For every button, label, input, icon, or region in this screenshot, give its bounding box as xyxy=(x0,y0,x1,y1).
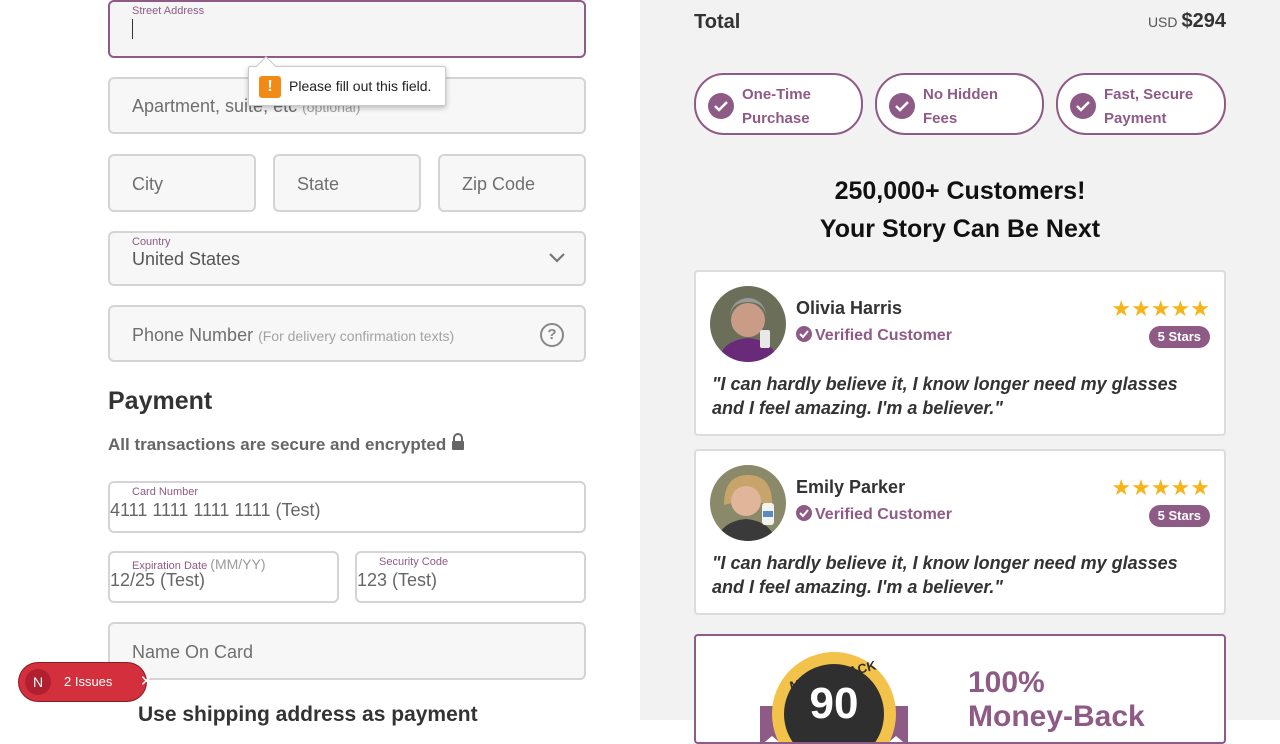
total-label: Total xyxy=(694,11,741,33)
verified-text: Verified Customer xyxy=(815,506,952,523)
expiration-date-field[interactable]: Expiration Date (MM/YY) 12/25 (Test) xyxy=(108,551,339,603)
expiration-format-text: (MM/YY) xyxy=(210,556,266,572)
secure-text-row: All transactions are secure and encrypte… xyxy=(108,433,465,455)
currency-code: USD xyxy=(1147,14,1178,30)
customers-headline: 250,000+ Customers! xyxy=(834,177,1086,205)
one-time-purchase-pill: One-Time Purchase xyxy=(694,73,863,135)
close-icon[interactable]: ✕ xyxy=(140,672,153,690)
state-field[interactable]: State xyxy=(273,154,421,212)
check-icon xyxy=(708,93,734,119)
card-number-field[interactable]: Card Number 4111 1111 1111 1111 (Test) xyxy=(108,481,586,533)
avatar xyxy=(710,465,786,541)
guarantee-line-2: Money-Back xyxy=(968,700,1145,733)
guarantee-seal: MONEY BACK 90 xyxy=(760,652,908,742)
reviewer-name: Emily Parker xyxy=(796,477,906,497)
zip-placeholder: Zip Code xyxy=(462,174,536,194)
street-address-field[interactable]: Street Address xyxy=(108,0,586,58)
pill-line-1: No Hidden xyxy=(923,86,998,103)
security-code-value: 123 (Test) xyxy=(357,570,438,590)
card-number-value: 4111 1111 1111 1111 (Test) xyxy=(110,500,321,520)
chevron-down-icon xyxy=(549,253,565,263)
n-logo-icon: N xyxy=(25,669,51,695)
phone-hint-text: (For delivery confirmation texts) xyxy=(258,328,455,344)
star-rating: ★★★★★ xyxy=(1111,475,1210,500)
verified-check-icon xyxy=(796,505,812,521)
validation-tooltip: ! Please fill out this field. xyxy=(248,56,446,106)
pill-line-2: Purchase xyxy=(742,110,810,127)
payment-heading: Payment xyxy=(108,387,213,415)
reviewer-name: Olivia Harris xyxy=(796,298,903,318)
total-value: USD $294 xyxy=(1148,10,1226,33)
security-code-label: Security Code xyxy=(379,556,449,568)
pill-line-2: Fees xyxy=(923,110,958,127)
zip-code-field[interactable]: Zip Code xyxy=(438,154,586,212)
street-address-label: Street Address xyxy=(132,5,205,17)
review-quote: "I can hardly believe it, I know longer … xyxy=(712,374,1178,418)
guarantee-text: 100% Money-Back xyxy=(968,666,1145,734)
total-amount: $294 xyxy=(1181,10,1227,32)
guarantee-line-1: 100% xyxy=(968,666,1045,699)
money-back-guarantee: MONEY BACK 90 100% Money-Back xyxy=(694,634,1226,744)
city-field[interactable]: City xyxy=(108,154,256,212)
expiration-value: 12/25 (Test) xyxy=(110,570,206,590)
pill-label: One-Time Purchase xyxy=(742,83,811,131)
name-on-card-placeholder: Name On Card xyxy=(132,642,254,662)
warning-icon: ! xyxy=(259,76,281,98)
review-card: Olivia Harris Verified Customer ★★★★★ 5 … xyxy=(694,270,1226,436)
verified-customer: Verified Customer xyxy=(796,326,952,345)
card-number-label: Card Number xyxy=(132,486,199,498)
phone-placeholder: Phone Number (For delivery confirmation … xyxy=(132,325,454,346)
text-caret xyxy=(132,19,133,39)
rating-badge: 5 Stars xyxy=(1148,326,1210,348)
lock-icon xyxy=(451,433,464,450)
tooltip-arrow xyxy=(256,56,276,76)
pill-line-2: Payment xyxy=(1104,110,1167,127)
pill-line-1: One-Time xyxy=(742,86,811,103)
phone-number-field[interactable]: Phone Number (For delivery confirmation … xyxy=(108,305,586,362)
country-label: Country xyxy=(132,236,171,248)
verified-text: Verified Customer xyxy=(815,327,952,344)
secure-text: All transactions are secure and encrypte… xyxy=(108,435,447,454)
seal-number: 90 xyxy=(810,679,859,728)
validation-message: Please fill out this field. xyxy=(289,78,432,94)
pill-label: Fast, Secure Payment xyxy=(1104,83,1193,131)
verified-check-icon xyxy=(796,326,812,342)
phone-placeholder-text: Phone Number xyxy=(132,325,254,345)
country-select[interactable]: Country United States xyxy=(108,231,586,286)
state-placeholder: State xyxy=(297,174,340,194)
city-placeholder: City xyxy=(132,174,163,194)
review-card: Emily Parker Verified Customer ★★★★★ 5 S… xyxy=(694,449,1226,615)
issues-badge[interactable]: N 2 Issues ✕ xyxy=(19,663,153,701)
rating-badge: 5 Stars xyxy=(1148,505,1210,527)
review-quote: "I can hardly believe it, I know longer … xyxy=(712,553,1178,597)
issues-count: 2 Issues xyxy=(64,674,113,689)
customers-subheadline: Your Story Can Be Next xyxy=(819,215,1101,243)
check-icon xyxy=(1070,93,1096,119)
check-icon xyxy=(889,93,915,119)
pill-line-1: Fast, Secure xyxy=(1104,86,1194,103)
country-value: United States xyxy=(132,249,241,269)
no-hidden-fees-pill: No Hidden Fees xyxy=(875,73,1044,135)
order-summary-panel: Total USD $294 One-Time Purchase No Hidden… xyxy=(640,0,1280,744)
shipping-as-payment-label[interactable]: Use shipping address as payment xyxy=(138,703,478,727)
name-on-card-field[interactable]: Name On Card xyxy=(108,622,586,680)
fast-secure-payment-pill: Fast, Secure Payment xyxy=(1056,73,1226,135)
pill-label: No Hidden Fees xyxy=(923,83,998,131)
checkout-form-panel: Street Address Apartment, suite, etc (op… xyxy=(0,0,640,726)
security-code-field[interactable]: Security Code 123 (Test) xyxy=(355,551,586,603)
verified-customer: Verified Customer xyxy=(796,505,952,524)
star-rating: ★★★★★ xyxy=(1111,296,1210,321)
help-icon[interactable]: ? xyxy=(540,323,564,347)
avatar xyxy=(710,286,786,362)
